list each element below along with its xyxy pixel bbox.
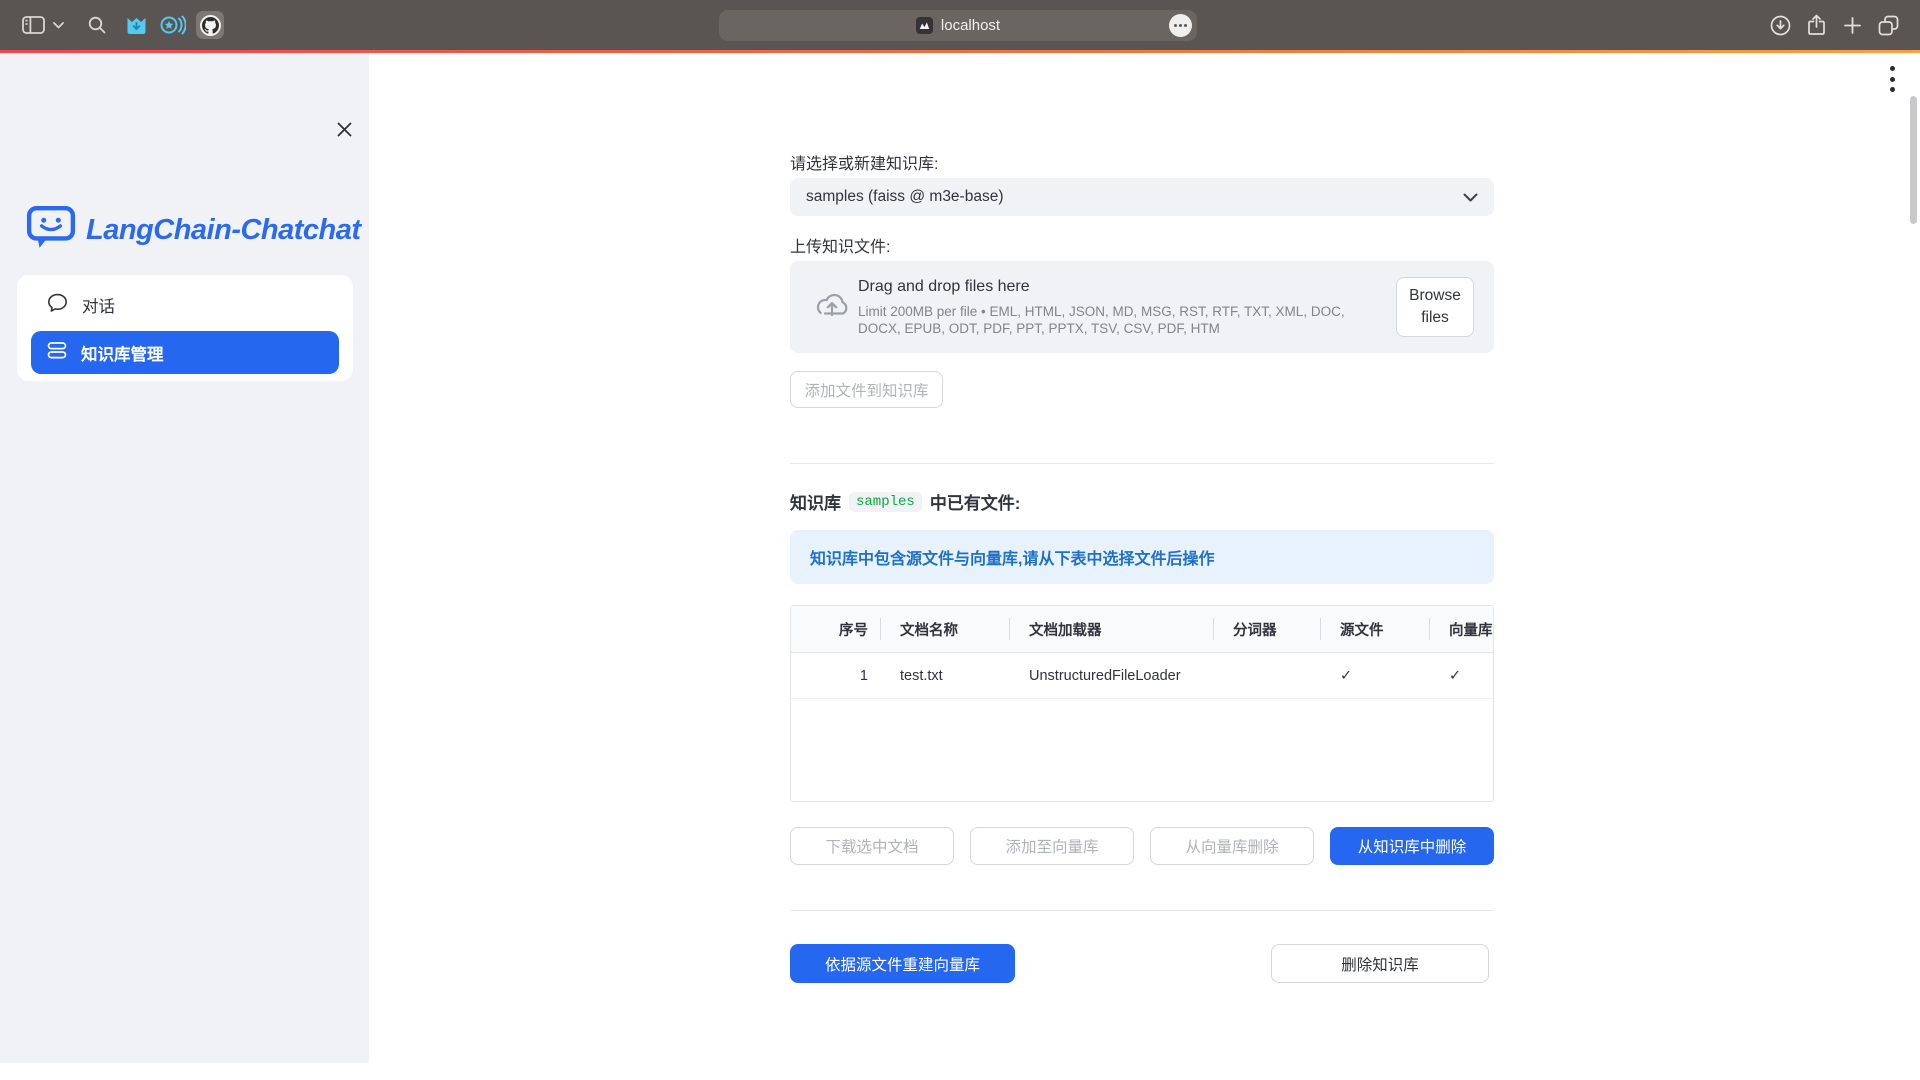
uploader-title: Drag and drop files here (858, 278, 1030, 296)
table-actions-row: 下载选中文档 添加至向量库 从向量库删除 从知识库中删除 (790, 827, 1494, 865)
kb-select-value: samples (faiss @ m3e-base) (806, 188, 1004, 206)
chat-bubble-icon (47, 292, 68, 318)
cloud-upload-icon (812, 289, 852, 326)
uploader-limit-text: Limit 200MB per file • EML, HTML, JSON, … (858, 303, 1374, 337)
sidebar-item-knowledge-base[interactable]: 知识库管理 (31, 331, 339, 374)
kb-select-label: 请选择或新建知识库: (790, 150, 1494, 174)
cell-vector-store-check: ✓ (1429, 653, 1493, 698)
cell-source-file-check: ✓ (1320, 653, 1429, 698)
new-tab-icon[interactable] (1842, 0, 1862, 50)
app-logo: LangChain-Chatchat (26, 205, 361, 256)
add-to-vector-store-button[interactable]: 添加至向量库 (970, 827, 1134, 865)
sidebar-item-label: 对话 (82, 293, 115, 317)
delete-kb-button[interactable]: 删除知识库 (1271, 944, 1489, 983)
site-favicon (916, 17, 933, 34)
kb-bottom-actions: 依据源文件重建向量库 删除知识库 (790, 944, 1494, 983)
heading-prefix: 知识库 (790, 489, 841, 514)
rebuild-vector-store-button[interactable]: 依据源文件重建向量库 (790, 944, 1015, 983)
sidebar-menu: 对话 知识库管理 (17, 275, 353, 381)
delete-from-kb-button[interactable]: 从知识库中删除 (1330, 827, 1494, 865)
delete-from-vector-store-button[interactable]: 从向量库删除 (1150, 827, 1314, 865)
select-chevron-down-icon (1463, 193, 1478, 202)
tab-overview-icon[interactable] (1876, 0, 1900, 50)
add-files-to-kb-button[interactable]: 添加文件到知识库 (790, 371, 943, 408)
download-icon[interactable] (1768, 0, 1792, 50)
file-uploader-dropzone[interactable]: Drag and drop files here Limit 200MB per… (790, 261, 1494, 353)
info-text: 知识库中包含源文件与向量库,请从下表中选择文件后操作 (810, 545, 1214, 569)
search-icon[interactable] (87, 0, 107, 50)
logo-chat-bubble-icon (26, 205, 76, 256)
cell-loader: UnstructuredFileLoader (1009, 653, 1213, 698)
address-url: localhost (941, 17, 1000, 34)
kb-select-dropdown[interactable]: samples (faiss @ m3e-base) (790, 178, 1494, 216)
table-row[interactable]: 1 test.txt UnstructuredFileLoader ✓ ✓ (791, 653, 1493, 699)
address-bar[interactable]: localhost (719, 10, 1197, 41)
ellipsis-circle-icon[interactable] (1169, 14, 1192, 37)
chevron-down-icon[interactable] (51, 0, 65, 50)
cell-index: 1 (791, 653, 880, 698)
table-header-row: 序号 文档名称 文档加载器 分词器 源文件 向量库 (791, 606, 1493, 653)
col-header-splitter: 分词器 (1213, 606, 1320, 652)
share-icon[interactable] (1805, 0, 1827, 50)
info-banner: 知识库中包含源文件与向量库,请从下表中选择文件后操作 (790, 530, 1494, 584)
page-overflow-menu-icon[interactable] (1888, 66, 1896, 92)
media-extension-icon[interactable] (158, 0, 186, 50)
heading-suffix: 中已有文件: (930, 489, 1021, 514)
col-header-doc-name: 文档名称 (880, 606, 1009, 652)
upload-label: 上传知识文件: (790, 233, 1494, 257)
sidebar: LangChain-Chatchat 对话 知识库管理 (0, 53, 369, 1063)
cat-extension-icon[interactable] (125, 0, 147, 50)
browser-toolbar: localhost (0, 0, 1920, 50)
download-selected-button[interactable]: 下载选中文档 (790, 827, 954, 865)
col-header-source-file: 源文件 (1320, 606, 1429, 652)
scrollbar[interactable] (1910, 96, 1917, 224)
sidebar-toggle-icon[interactable] (20, 0, 46, 50)
col-header-vector-store: 向量库 (1429, 606, 1493, 652)
col-header-index: 序号 (791, 606, 880, 652)
col-header-loader: 文档加载器 (1009, 606, 1213, 652)
kb-files-heading: 知识库 samples 中已有文件: (790, 489, 1494, 514)
logo-text: LangChain-Chatchat (86, 214, 361, 247)
divider (790, 910, 1494, 911)
files-table[interactable]: 序号 文档名称 文档加载器 分词器 源文件 向量库 1 test.txt Uns… (790, 605, 1494, 802)
sidebar-close-icon[interactable] (334, 119, 354, 139)
kb-name-code: samples (849, 492, 922, 512)
browse-files-button[interactable]: Browse files (1396, 277, 1474, 337)
cell-doc-name: test.txt (880, 653, 1009, 698)
sidebar-item-chat[interactable]: 对话 (31, 286, 339, 324)
sidebar-item-label: 知识库管理 (81, 341, 164, 365)
cell-splitter (1213, 653, 1320, 698)
github-extension-icon[interactable] (196, 0, 224, 50)
knowledge-base-icon (47, 341, 67, 365)
divider (790, 463, 1494, 464)
